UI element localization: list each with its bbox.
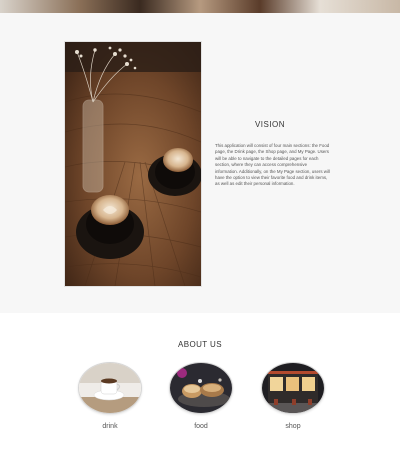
shop-label[interactable]: shop [261, 423, 325, 430]
vision-section: VISION This application will consist of … [0, 13, 400, 313]
about-item-shop[interactable]: shop [261, 362, 325, 434]
vision-image [64, 41, 202, 287]
vision-description: This application will consist of four ma… [215, 143, 330, 187]
food-label[interactable]: food [169, 423, 233, 430]
shop-thumbnail[interactable] [261, 362, 325, 414]
food-thumbnail[interactable] [169, 362, 233, 414]
coffee-cup-photo [79, 363, 141, 413]
page: VISION This application will consist of … [0, 0, 400, 450]
about-item-drink[interactable]: drink [78, 362, 142, 434]
about-title: ABOUT US [178, 340, 222, 349]
drink-thumbnail[interactable] [78, 362, 142, 414]
storefront-photo [262, 363, 324, 413]
pastry-photo [170, 363, 232, 413]
about-section: ABOUT US drink food shop [0, 313, 400, 450]
vision-title: VISION [254, 120, 286, 129]
about-item-food[interactable]: food [169, 362, 233, 434]
drink-label[interactable]: drink [78, 423, 142, 430]
coffee-table-photo [65, 42, 201, 286]
hero-banner-strip [0, 0, 400, 13]
